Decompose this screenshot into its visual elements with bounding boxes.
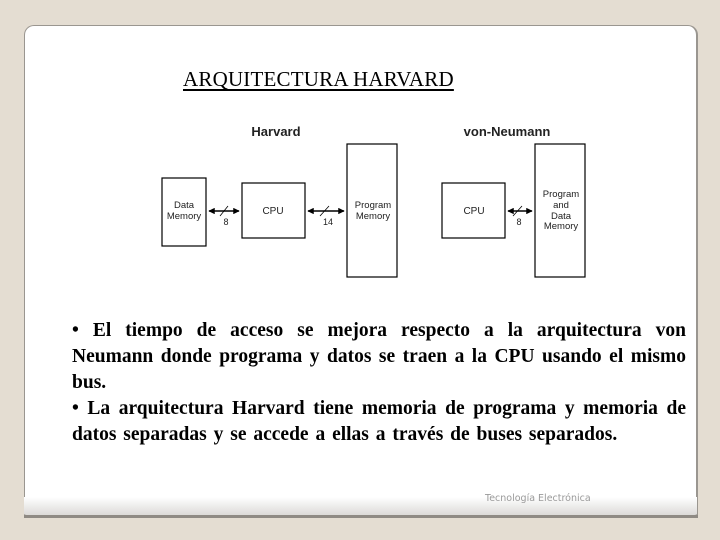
von-neumann-label: von-Neumann xyxy=(464,124,551,139)
harvard-program-memory-label-1: Program xyxy=(355,200,392,211)
harvard-program-memory-label-2: Memory xyxy=(356,211,391,222)
harvard-data-bus-width: 8 xyxy=(223,217,228,227)
bullet-item: • La arquitectura Harvard tiene memoria … xyxy=(72,398,686,445)
harvard-data-memory-label-2: Memory xyxy=(167,211,202,222)
von-neumann-memory-label-4: Memory xyxy=(544,221,579,232)
bullet-item: • El tiempo de acceso se mejora respecto… xyxy=(72,320,686,393)
slide-footer: Tecnología Electrónica xyxy=(485,493,591,504)
von-neumann-bus-width: 8 xyxy=(516,217,521,227)
von-neumann-memory-label-2: and xyxy=(553,200,569,211)
harvard-program-bus-width: 14 xyxy=(323,217,333,227)
harvard-cpu-label: CPU xyxy=(262,206,283,217)
harvard-label: Harvard xyxy=(251,124,300,139)
slide-body: • El tiempo de acceso se mejora respecto… xyxy=(72,318,686,448)
harvard-data-memory-label-1: Data xyxy=(174,200,195,211)
von-neumann-memory-label-1: Program xyxy=(543,189,580,200)
architecture-diagram: Harvard Data Memory CPU Program Memory 8… xyxy=(161,124,586,278)
von-neumann-cpu-label: CPU xyxy=(463,206,484,217)
